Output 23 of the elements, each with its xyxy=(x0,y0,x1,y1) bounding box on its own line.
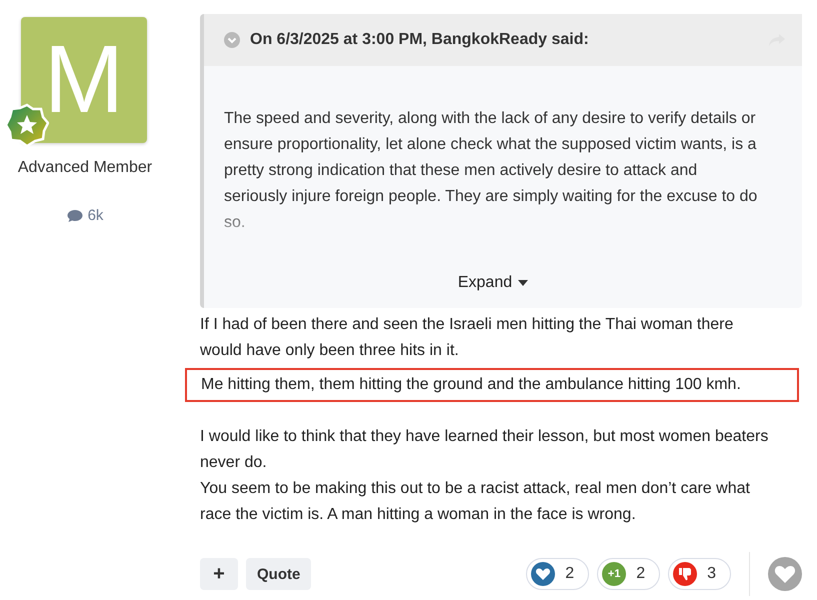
collapse-icon[interactable] xyxy=(224,32,240,48)
post-text: You seem to be making this out to be a racist attack, real men don’t care what race the victim is. A man hitting a woman in the face is wrong. xyxy=(200,479,751,525)
reaction-count: 3 xyxy=(707,565,716,583)
plus-one-badge: +1 xyxy=(602,562,626,586)
star-badge-icon xyxy=(5,103,49,147)
reaction-pill[interactable]: 2 xyxy=(526,558,590,590)
speech-bubble-icon xyxy=(66,208,83,222)
quote-text: The speed and severity, along with the lack of any desire to verify details or ensure proportionality, let alone check what the supposed victim wants, is a pretty strong indication that these men actively desire to attack and seriously injure foreign people. They are simply waiting for the excuse to do so. xyxy=(224,109,758,233)
expand-button[interactable]: Expand xyxy=(458,274,528,292)
reaction-count: 2 xyxy=(636,565,646,583)
quote-attribution[interactable]: On 6/3/2025 at 3:00 PM, BangkokReady said: xyxy=(250,31,589,49)
add-button[interactable]: + xyxy=(200,558,238,590)
member-title: Advanced Member xyxy=(18,159,152,177)
quote-button[interactable]: Quote xyxy=(246,558,312,590)
reaction-count: 2 xyxy=(565,565,574,583)
caret-icon xyxy=(518,280,528,286)
thumbs-down-icon xyxy=(673,562,698,586)
reaction-pill[interactable]: 3 xyxy=(668,558,731,590)
post-text: I would like to think that they have learned their lesson, but most women beaters never do. xyxy=(200,427,770,473)
post-text: Me hitting them, them hitting the ground and the ambulance hitting 100 kmh. xyxy=(185,368,799,402)
post-text: If I had of been there and seen the Israeli men hitting the Thai woman there would have only been three hits in it. xyxy=(200,315,734,361)
post-count: 6k xyxy=(88,207,104,224)
reaction-pill[interactable]: +1 2 xyxy=(597,558,660,590)
